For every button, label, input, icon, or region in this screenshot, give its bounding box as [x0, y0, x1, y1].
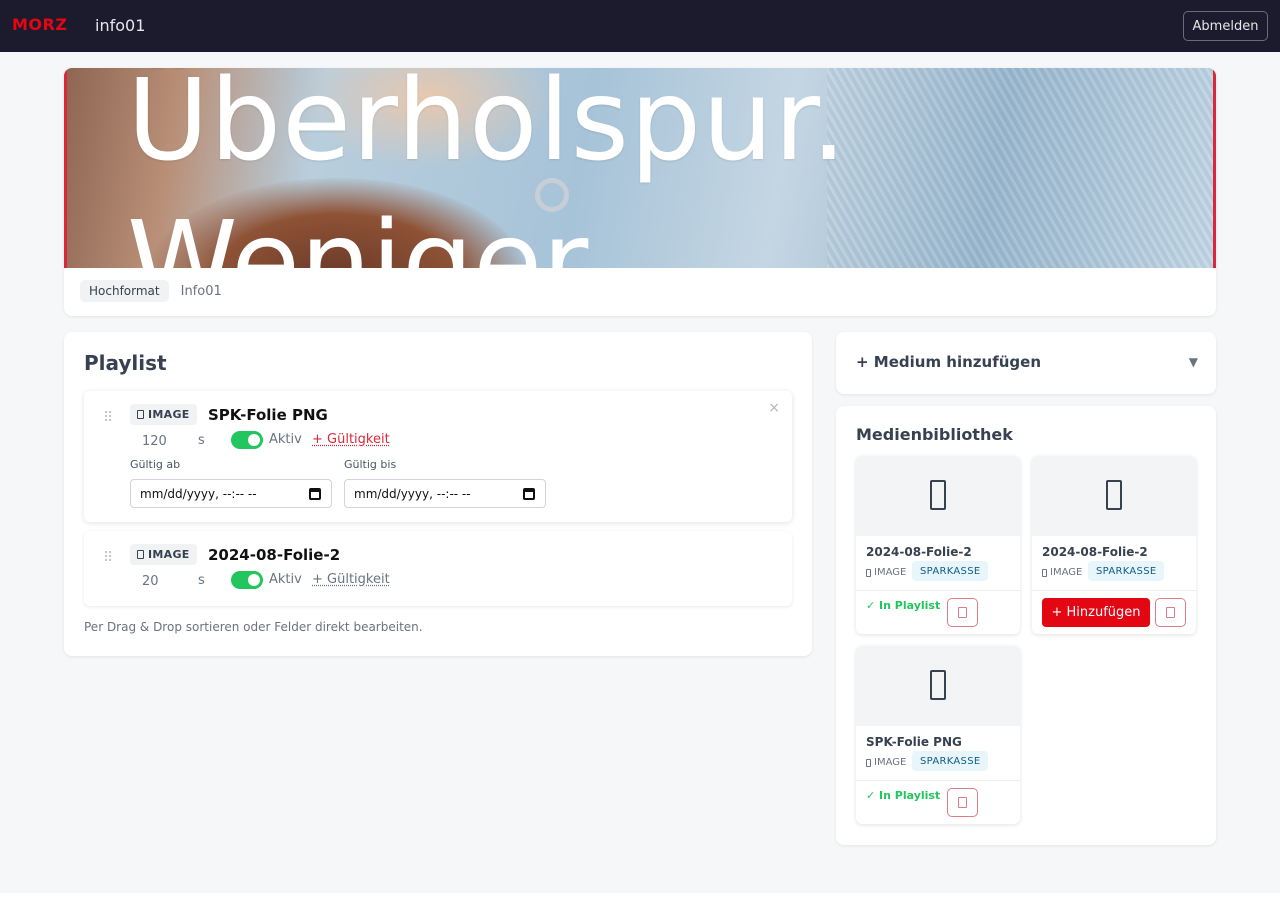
- active-label: Aktiv: [269, 572, 302, 587]
- playlist-item[interactable]: ⠿ IMAGE SPK-Folie PNG s Aktiv + Gültigke…: [84, 391, 792, 522]
- media-tag: SPARKASSE: [912, 751, 989, 771]
- active-toggle[interactable]: [231, 571, 263, 589]
- duration-unit: s: [198, 573, 205, 588]
- image-icon: [866, 568, 871, 577]
- duration-input[interactable]: [130, 431, 190, 451]
- media-name: 2024-08-Folie-2: [866, 545, 972, 559]
- image-icon: [1042, 568, 1047, 577]
- in-playlist-status: ✓ In Playlist: [866, 789, 941, 802]
- playlist-item[interactable]: ⠿ IMAGE 2024-08-Folie-2 s Aktiv + Gültig…: [84, 531, 792, 606]
- playlist-title: Playlist: [84, 351, 167, 375]
- trash-icon: [958, 797, 967, 808]
- calendar-icon[interactable]: [309, 488, 321, 500]
- chevron-down-icon[interactable]: ▼: [1189, 355, 1198, 369]
- media-tile: SPK-Folie PNG IMAGE SPARKASSE ✓ In Playl…: [856, 646, 1020, 824]
- image-icon: [1106, 480, 1122, 510]
- footer-strip: [0, 893, 1280, 900]
- media-name: 2024-08-Folie-2: [1042, 545, 1148, 559]
- screen-name: info01: [95, 16, 146, 35]
- preview-card: Überholspur. Weniger Hochformat Info01: [64, 68, 1216, 316]
- calendar-icon[interactable]: [523, 488, 535, 500]
- image-icon: [866, 758, 871, 767]
- image-icon: [137, 550, 144, 559]
- in-playlist-status: ✓ In Playlist: [866, 599, 941, 612]
- media-library: Medienbibliothek 2024-08-Folie-2 IMAGE S…: [836, 406, 1216, 845]
- media-tag: SPARKASSE: [1088, 561, 1165, 581]
- valid-to-input[interactable]: mm/dd/yyyy, --:-- --: [344, 479, 546, 508]
- delete-media-button[interactable]: [1155, 598, 1186, 627]
- drag-handle-icon[interactable]: ⠿: [103, 411, 113, 425]
- media-name: SPK-Folie PNG: [866, 735, 962, 749]
- delete-media-button[interactable]: [947, 788, 978, 817]
- screen-tags: Hochformat Info01: [80, 280, 222, 302]
- logo[interactable]: MORZ: [12, 15, 67, 34]
- media-tile: 2024-08-Folie-2 IMAGE SPARKASSE + Hinzuf…: [1032, 456, 1196, 634]
- type-badge: IMAGE: [130, 404, 197, 425]
- playlist-hint: Per Drag & Drop sortieren oder Felder di…: [84, 620, 423, 634]
- image-icon: [930, 480, 946, 510]
- image-icon: [930, 670, 946, 700]
- media-type: IMAGE: [866, 567, 906, 578]
- active-label: Aktiv: [269, 432, 302, 447]
- screen-preview-image: Überholspur. Weniger: [64, 68, 1216, 268]
- add-medium-title[interactable]: + Medium hinzufügen: [856, 353, 1041, 371]
- trash-icon: [1166, 607, 1175, 618]
- media-thumbnail: [1032, 456, 1196, 536]
- logout-button[interactable]: Abmelden: [1183, 11, 1268, 41]
- trash-icon: [958, 607, 967, 618]
- item-title: 2024-08-Folie-2: [208, 546, 341, 564]
- playlist-card: Playlist ⠿ IMAGE SPK-Folie PNG s Aktiv +…: [64, 332, 812, 656]
- add-to-playlist-button[interactable]: + Hinzufügen: [1042, 598, 1150, 627]
- orientation-tag: Hochformat: [80, 280, 169, 302]
- media-tile: 2024-08-Folie-2 IMAGE SPARKASSE ✓ In Pla…: [856, 456, 1020, 634]
- media-type: IMAGE: [1042, 567, 1082, 578]
- drag-handle-icon[interactable]: ⠿: [103, 551, 113, 565]
- valid-to-label: Gültig bis: [344, 458, 397, 471]
- duration-unit: s: [198, 433, 205, 448]
- preview-headline-2: Weniger: [127, 198, 589, 268]
- media-thumbnail: [856, 456, 1020, 536]
- media-type: IMAGE: [866, 757, 906, 768]
- delete-media-button[interactable]: [947, 598, 978, 627]
- type-badge: IMAGE: [130, 544, 197, 565]
- top-bar: MORZ info01 Abmelden: [0, 0, 1280, 52]
- valid-from-input[interactable]: mm/dd/yyyy, --:-- --: [130, 479, 332, 508]
- duration-input[interactable]: [130, 571, 190, 591]
- screen-tag: Info01: [180, 283, 222, 299]
- add-medium-panel[interactable]: + Medium hinzufügen ▼: [836, 332, 1216, 394]
- item-title: SPK-Folie PNG: [208, 406, 328, 424]
- media-tag: SPARKASSE: [912, 561, 989, 581]
- validity-link[interactable]: + Gültigkeit: [312, 572, 390, 587]
- valid-from-label: Gültig ab: [130, 458, 181, 471]
- image-icon: [137, 410, 144, 419]
- validity-link[interactable]: + Gültigkeit: [312, 432, 390, 447]
- media-library-title: Medienbibliothek: [856, 425, 1013, 444]
- active-toggle[interactable]: [231, 431, 263, 449]
- media-thumbnail: [856, 646, 1020, 726]
- close-icon[interactable]: ×: [768, 400, 780, 416]
- preview-headline-1: Überholspur.: [127, 68, 848, 186]
